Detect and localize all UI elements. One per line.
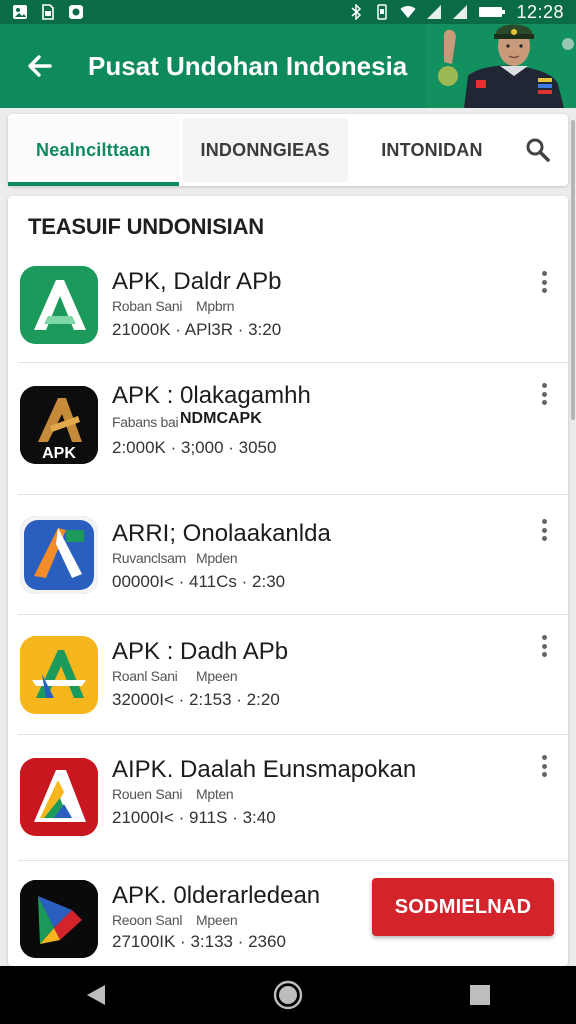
app-category: Mpbrn (196, 298, 235, 314)
divider (18, 860, 568, 861)
app-meta: 32000I< · 2:153 · 2:20 (112, 690, 280, 709)
search-icon (526, 138, 550, 162)
list-item[interactable]: PAP ARRI; Onolaakanlda Ruvanclsam Mpden … (8, 508, 568, 614)
app-icon-4 (20, 758, 98, 836)
nav-recents-button[interactable] (456, 971, 504, 1019)
more-options-button[interactable] (534, 268, 554, 296)
app-developer: Fabans bai (112, 414, 179, 430)
apk-logo-icon: APK (20, 386, 98, 464)
app-meta: 21000K · APl3R · 3:20 (112, 320, 282, 339)
app-name: APK : 0lakagamhh (112, 382, 311, 409)
divider (18, 494, 568, 495)
section-title: TEASUIF UNDONISIAN (28, 214, 264, 239)
app-icon-5 (20, 880, 98, 958)
letter-a-icon (20, 266, 98, 344)
status-time: 12:28 (516, 1, 564, 22)
image-icon (13, 5, 27, 19)
search-button[interactable] (514, 126, 562, 174)
app-list-card: TEASUIF UNDONISIAN APK, Daldr APb Roban … (8, 196, 568, 966)
app-developer: Roban Sani (112, 298, 183, 314)
app-name: APK : Dadh APb (112, 638, 289, 665)
status-right-icons: 12:28 (348, 2, 564, 23)
more-options-button[interactable] (534, 516, 554, 544)
divider (18, 614, 568, 615)
tab-bar: Nealncilttaan INDONNGIEAS INTONIDAN (8, 114, 568, 186)
status-left-icons (12, 4, 84, 20)
bluetooth-icon (351, 4, 362, 20)
list-item[interactable]: APK APK : 0lakagamhh Fabans bai NDMCAPK … (8, 376, 568, 494)
letter-a-icon (20, 758, 98, 836)
header-officer-photo (426, 24, 576, 108)
app-name: APK, Daldr APb (112, 268, 282, 295)
vibrate-icon (377, 4, 388, 20)
app-name: AIPK. Daalah Eunsmapokan (112, 756, 417, 783)
app-developer: Ruvanclsam (112, 550, 187, 566)
app-badge-text: NDMCAPK (180, 410, 262, 427)
app-meta: 2:000K · 3;000 · 3050 (112, 438, 277, 457)
app-category: Mpeen (196, 912, 238, 928)
list-item[interactable]: AIPK. Daalah Eunsmapokan Rouen Sani Mpte… (8, 750, 568, 860)
play-shape-icon (20, 880, 98, 958)
list-item[interactable]: APK. 0lderarledean Reoon Sanl Mpeen 2710… (8, 872, 568, 966)
back-triangle-icon (87, 985, 105, 1005)
system-nav-bar (0, 966, 576, 1024)
svg-text:PAP: PAP (66, 579, 83, 588)
app-developer: Rouen Sani (112, 786, 183, 802)
app-icon-1: APK (20, 386, 98, 464)
app-name: APK. 0lderarledean (112, 882, 321, 909)
nav-home-button[interactable] (264, 971, 312, 1019)
more-options-button[interactable] (534, 752, 554, 780)
nav-back-button[interactable] (72, 971, 120, 1019)
scrollbar[interactable] (571, 120, 575, 420)
app-title: Pusat Undohan Indonesia (88, 50, 408, 81)
app-category: Mpden (196, 550, 238, 566)
app-icon-0 (20, 266, 98, 344)
tab-1[interactable]: INDONNGIEAS (182, 118, 348, 182)
more-options-button[interactable] (534, 380, 554, 408)
app-icon-3 (20, 636, 98, 714)
list-item[interactable]: APK : Dadh APb Roanl Sani Mpeen 32000I< … (8, 628, 568, 734)
back-button[interactable] (12, 38, 68, 94)
app-category: Mpeen (196, 668, 238, 684)
app-category: Mpten (196, 786, 234, 802)
app-meta: 27100IK · 3:133 · 2360 (112, 932, 286, 951)
colorful-a-icon: PAP (20, 516, 98, 594)
media-icon (69, 5, 83, 19)
install-button[interactable]: SODMIELNAD (372, 878, 554, 936)
signal-icon (427, 5, 442, 19)
app-name: ARRI; Onolaakanlda (112, 520, 331, 547)
tab-0[interactable]: Nealncilttaan (8, 118, 179, 186)
tab-2[interactable]: INTONIDAN (350, 118, 515, 182)
app-meta: 00000I< · 411Cs · 2:30 (112, 572, 286, 591)
home-circle-icon (273, 980, 303, 1010)
app-icon-2: PAP (20, 516, 98, 594)
divider (18, 362, 568, 363)
app-meta: 21000I< · 911S · 3:40 (112, 808, 276, 827)
recents-square-icon (470, 985, 490, 1005)
divider (18, 734, 568, 735)
wifi-icon (400, 6, 416, 18)
signal-icon-2 (453, 5, 468, 19)
app-developer: Roanl Sani (112, 668, 178, 684)
arrow-left-icon (28, 55, 52, 77)
list-item[interactable]: APK, Daldr APb Roban Sani Mpbrn 21000K ·… (8, 256, 568, 362)
app-developer: Reoon Sanl (112, 912, 183, 928)
sim-icon (42, 4, 54, 20)
battery-icon (479, 7, 506, 17)
more-options-button[interactable] (534, 632, 554, 660)
letter-a-icon (20, 636, 98, 714)
status-bar: 12:28 (0, 0, 576, 24)
svg-text:APK: APK (42, 445, 76, 462)
app-bar: Pusat Undohan Indonesia (0, 24, 576, 108)
